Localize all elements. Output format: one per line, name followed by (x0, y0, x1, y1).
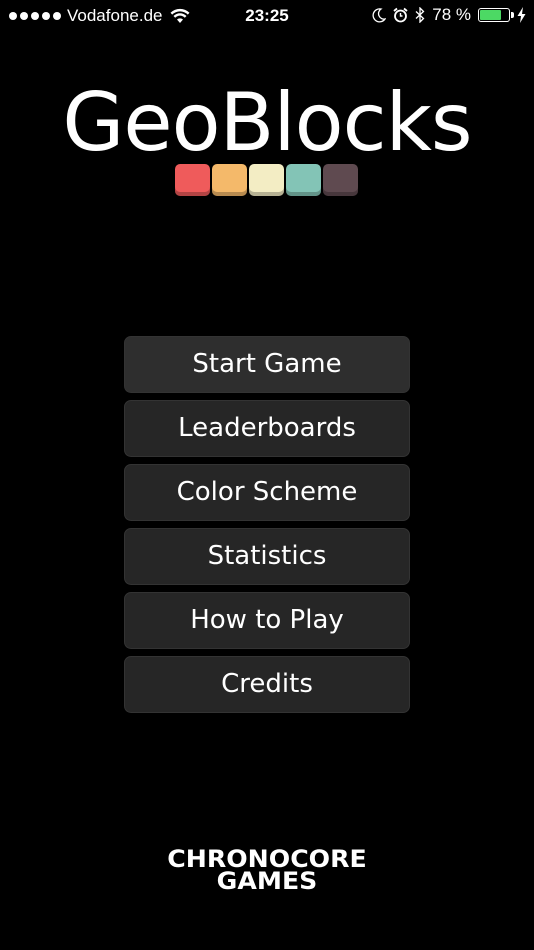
battery-level-fill (480, 10, 502, 20)
publisher-line-2: GAMES (216, 867, 318, 895)
logo-block-4 (286, 164, 321, 196)
alarm-clock-icon (393, 7, 408, 23)
publisher-logo: CHRONOCORE GAMES (0, 847, 534, 895)
main-menu: Start Game Leaderboards Color Scheme Statis… (124, 336, 410, 720)
logo-block-1 (175, 164, 210, 196)
battery-percent: 78 % (432, 5, 471, 24)
how-to-play-button[interactable]: How to Play (124, 592, 410, 649)
logo-block-5 (323, 164, 358, 196)
battery-icon (478, 8, 514, 22)
statistics-button[interactable]: Statistics (124, 528, 410, 585)
logo-block-3 (249, 164, 284, 196)
logo-block-2 (212, 164, 247, 196)
bluetooth-icon (415, 7, 425, 23)
wifi-icon (170, 8, 190, 23)
signal-strength-icon (9, 12, 61, 20)
status-bar: Vodafone.de 23:25 78 % (0, 0, 534, 32)
color-scheme-button[interactable]: Color Scheme (124, 464, 410, 521)
logo-color-blocks (175, 164, 358, 196)
credits-button[interactable]: Credits (124, 656, 410, 713)
game-title: GeoBlocks (62, 76, 472, 169)
leaderboards-button[interactable]: Leaderboards (124, 400, 410, 457)
start-game-button[interactable]: Start Game (124, 336, 410, 393)
charging-bolt-icon (517, 7, 526, 23)
carrier-name: Vodafone.de (67, 6, 163, 25)
do-not-disturb-moon-icon (372, 7, 387, 22)
